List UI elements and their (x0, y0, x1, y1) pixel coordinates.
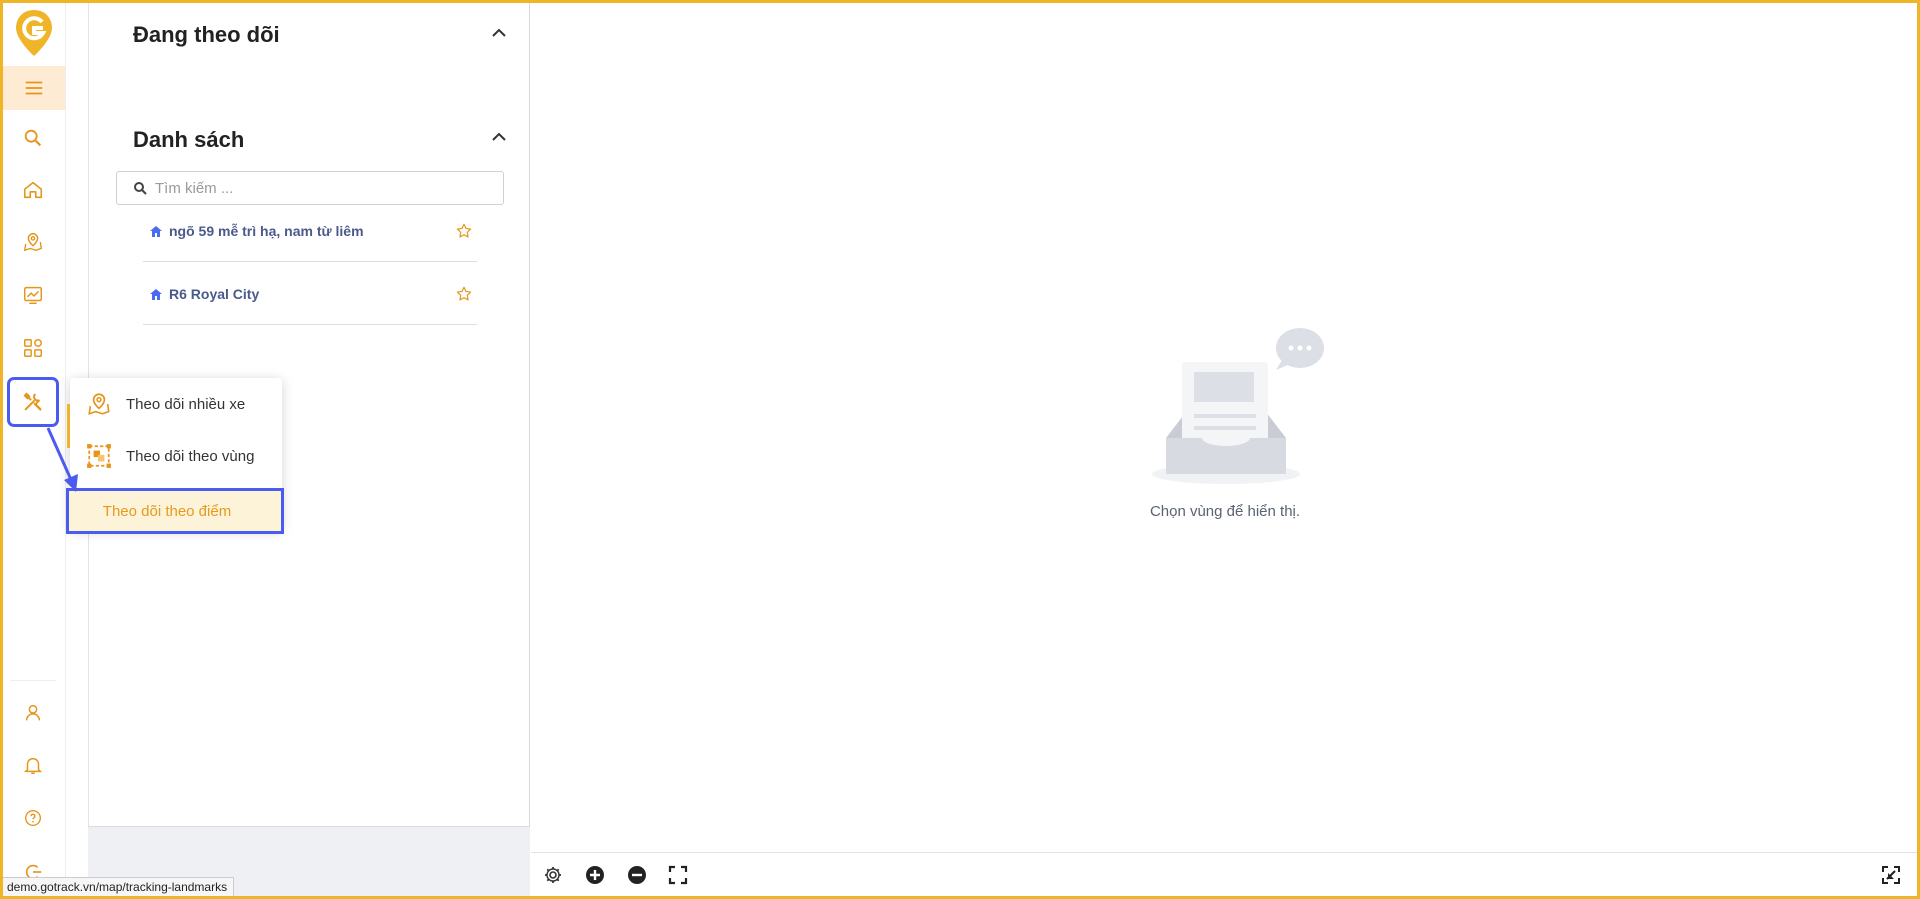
chevron-up-icon[interactable] (491, 132, 507, 142)
zoom-in-icon (586, 866, 604, 884)
region-icon (87, 444, 111, 468)
star-icon[interactable] (455, 222, 473, 240)
chevron-up-icon[interactable] (491, 28, 507, 38)
empty-inbox-illustration (1152, 328, 1324, 484)
chart-icon (24, 286, 42, 304)
fullscreen-button[interactable] (666, 863, 690, 887)
home-icon (150, 288, 162, 300)
user-icon (25, 704, 41, 721)
list-item[interactable]: ngõ 59 mễ trì hạ, nam từ liêm (143, 200, 477, 262)
rail-divider (10, 680, 56, 681)
list-item-label: ngõ 59 mễ trì hạ, nam từ liêm (169, 222, 364, 239)
help-button[interactable] (10, 798, 56, 838)
search-input[interactable] (155, 179, 475, 197)
list-item[interactable]: R6 Royal City (143, 263, 477, 325)
report-button[interactable] (10, 275, 56, 315)
home-button[interactable] (10, 170, 56, 210)
menu-item-track-multiple-vehicles[interactable]: Theo dõi nhiều xe (70, 378, 282, 430)
hamburger-icon (25, 81, 43, 95)
apps-button[interactable] (10, 328, 56, 368)
menu-item-label: Theo dõi theo vùng (126, 447, 255, 465)
status-bar-url: demo.gotrack.vn/map/tracking-landmarks (0, 877, 235, 897)
bell-icon (23, 757, 43, 774)
tools-button[interactable] (7, 377, 59, 427)
menu-item-track-by-region[interactable]: Theo dõi theo vùng (70, 430, 282, 482)
map-pin-icon (23, 233, 43, 252)
map-button[interactable] (10, 222, 56, 262)
user-button[interactable] (10, 693, 56, 733)
star-icon[interactable] (455, 285, 473, 303)
search-button[interactable] (10, 118, 56, 158)
hamburger-menu-button[interactable] (3, 66, 65, 110)
zoom-out-button[interactable] (625, 863, 649, 887)
menu-item-label: Theo dõi nhiều xe (126, 395, 246, 413)
apps-icon (24, 339, 42, 357)
notification-button[interactable] (10, 745, 56, 785)
annotation-arrow (46, 427, 78, 492)
search-icon (24, 129, 42, 147)
following-section-title: Đang theo dõi (133, 22, 280, 47)
map-toolbar (531, 852, 1917, 896)
tools-icon (23, 392, 42, 411)
help-icon (24, 809, 42, 827)
collapse-icon (1882, 866, 1900, 884)
zoom-out-icon (628, 866, 646, 884)
map-pin-icon (88, 393, 110, 415)
search-icon (134, 182, 147, 195)
menu-item-label: Theo dõi theo điểm (102, 502, 232, 520)
menu-item-track-by-point[interactable]: Theo dõi theo điểm (66, 488, 284, 534)
empty-state-text: Chọn vùng để hiển thị. (1149, 503, 1301, 520)
list-section-title: Danh sách (133, 127, 245, 152)
zoom-in-button[interactable] (583, 863, 607, 887)
fullscreen-icon (668, 865, 688, 885)
settings-button[interactable] (541, 863, 565, 887)
list-item-label: R6 Royal City (169, 285, 260, 302)
home-icon (23, 181, 43, 199)
home-icon (150, 225, 162, 237)
logo-g-icon[interactable] (14, 8, 54, 58)
settings-icon (545, 867, 561, 883)
tools-submenu: Theo dõi nhiều xe Theo dõi theo vùng The… (66, 378, 284, 534)
collapse-panel-button[interactable] (1879, 863, 1903, 887)
